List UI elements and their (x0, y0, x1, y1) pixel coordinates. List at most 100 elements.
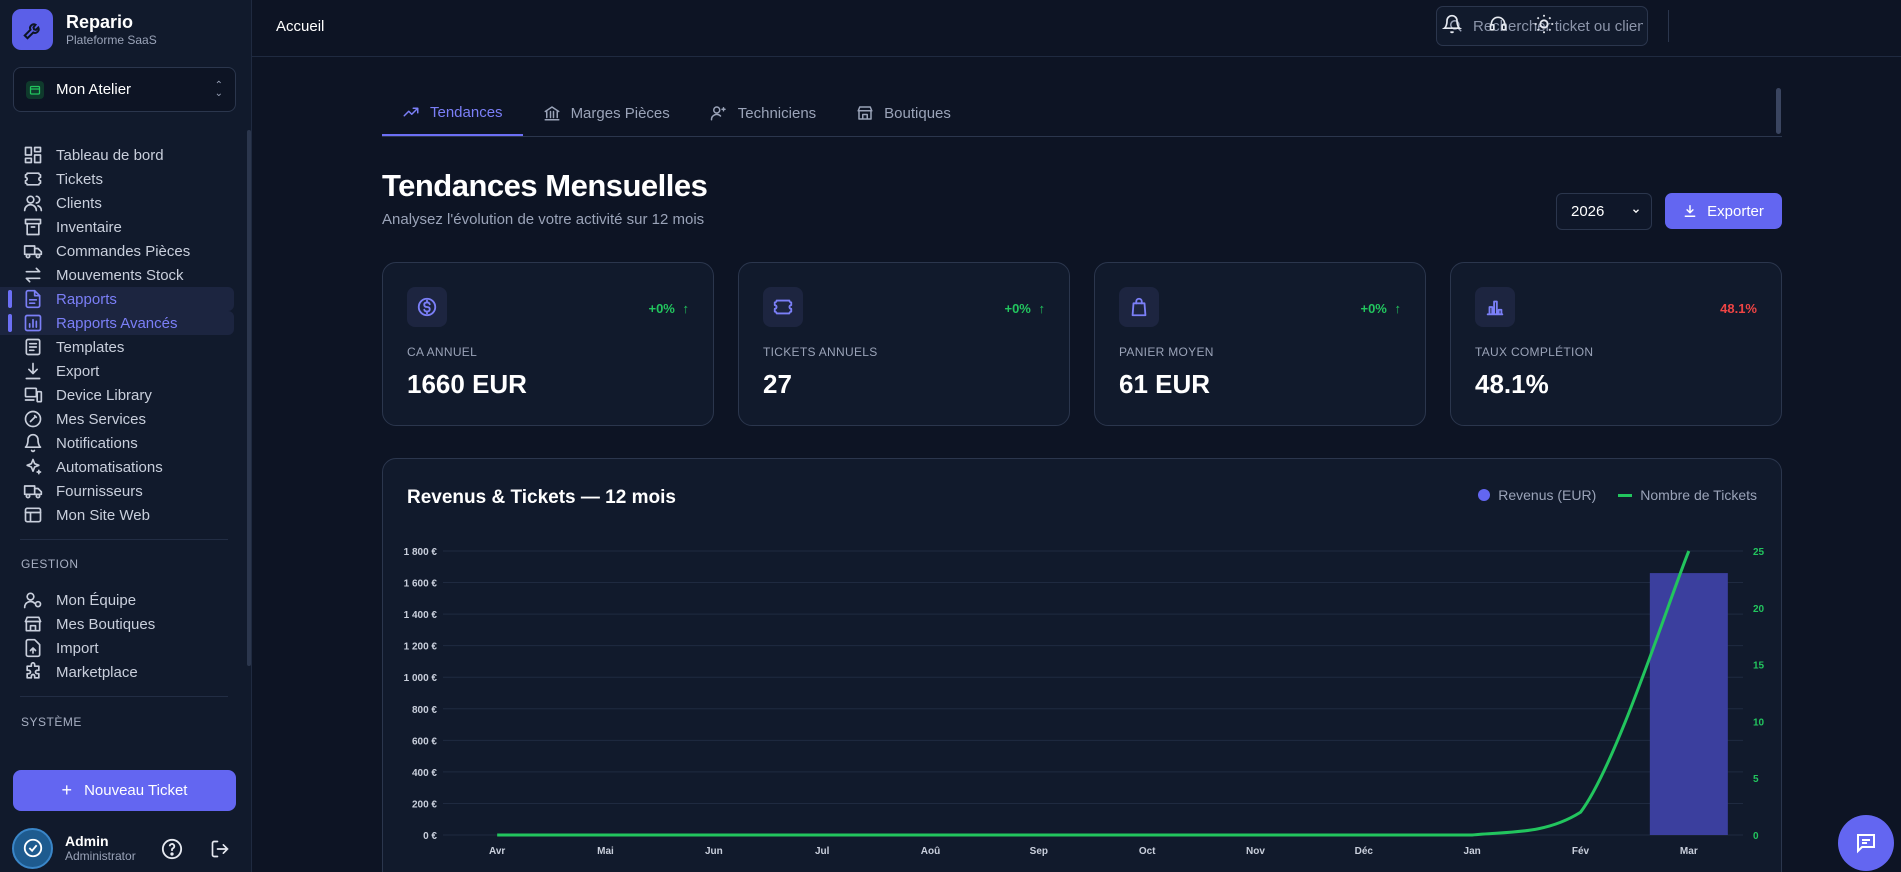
top-bar: Accueil (252, 0, 1901, 57)
sidebar-item-label: Mes Services (56, 410, 147, 428)
kpi-trend: 48.1% (1720, 301, 1757, 316)
export-button[interactable]: Exporter (1665, 193, 1782, 229)
kpi-trend: +0% ↑ (1004, 301, 1045, 316)
tab-tendances[interactable]: Tendances (382, 90, 523, 136)
new-ticket-label: Nouveau Ticket (84, 782, 188, 799)
chevron-updown-icon: ⌃ ⌄ (214, 79, 223, 99)
y-right-tick-label: 0 (1753, 831, 1759, 842)
avatar (12, 827, 53, 869)
truck-icon (22, 241, 44, 261)
tab-label: Marges Pièces (570, 104, 670, 122)
x-tick-label: Sep (1030, 846, 1048, 857)
y-left-tick-label: 800 € (412, 705, 437, 716)
tabs-scrollbar[interactable] (1776, 88, 1781, 134)
workspace-selector[interactable]: Mon Atelier ⌃ ⌄ (13, 67, 236, 112)
brand[interactable]: Repario Plateforme SaaS (12, 9, 157, 50)
x-tick-label: Oct (1139, 846, 1156, 857)
kpi-card-taux-completion: 48.1% TAUX COMPLÉTION 48.1% (1450, 262, 1782, 426)
sidebar-item-inventaire[interactable]: Inventaire (0, 215, 248, 239)
tab-techniciens[interactable]: Techniciens (690, 90, 836, 136)
sidebar-item-mon-equipe[interactable]: Mon Équipe (0, 588, 248, 612)
sidebar-item-fournisseurs[interactable]: Fournisseurs (0, 479, 248, 503)
legend-revenue[interactable]: Revenus (EUR) (1498, 487, 1596, 503)
sidebar-item-label: Mouvements Stock (56, 266, 184, 284)
new-ticket-button[interactable]: + Nouveau Ticket (13, 770, 236, 811)
sidebar-item-mes-boutiques[interactable]: Mes Boutiques (0, 612, 248, 636)
sidebar-item-mes-services[interactable]: Mes Services (0, 407, 248, 431)
help-icon[interactable] (161, 838, 183, 860)
store-icon (22, 614, 44, 634)
sidebar-item-device-library[interactable]: Device Library (0, 383, 248, 407)
sidebar-item-tableau-de-bord[interactable]: Tableau de bord (0, 143, 248, 167)
sidebar-item-label: Mon Site Web (56, 506, 150, 524)
x-tick-label: Déc (1355, 846, 1374, 857)
sidebar-item-label: Rapports Avancés (56, 314, 178, 332)
chat-button[interactable] (1838, 815, 1894, 871)
sidebar-scrollbar[interactable] (247, 130, 251, 666)
sidebar-item-export[interactable]: Export (0, 359, 248, 383)
bar-mar (1649, 573, 1728, 835)
kpi-card-ca-annuel: +0% ↑ CA ANNUEL 1660 EUR (382, 262, 714, 426)
sidebar-item-mon-site-web[interactable]: Mon Site Web (0, 503, 248, 527)
tab-label: Techniciens (737, 104, 817, 122)
kpi-value: 48.1% (1475, 369, 1549, 399)
sidebar-item-automatisations[interactable]: Automatisations (0, 455, 248, 479)
kpi-value: 61 EUR (1119, 369, 1211, 399)
sidebar: Repario Plateforme SaaS Mon Atelier ⌃ ⌄ T… (0, 0, 252, 872)
sidebar-item-label: Automatisations (56, 458, 163, 476)
sidebar-item-label: Clients (56, 194, 102, 212)
sidebar-item-rapports[interactable]: Rapports (0, 287, 234, 311)
download-icon (22, 361, 44, 381)
user-cog-icon (22, 590, 44, 610)
archive-icon (22, 217, 44, 237)
sidebar-nav: Tableau de bord Tickets Clients Inventaire C… (0, 143, 248, 729)
download-icon (1683, 204, 1697, 218)
file-icon (22, 289, 44, 309)
year-select[interactable]: 2026 (1556, 193, 1652, 230)
sun-icon[interactable] (1532, 12, 1556, 36)
dashboard-icon (22, 145, 44, 165)
arrows-icon (22, 265, 44, 285)
y-left-tick-label: 600 € (412, 736, 437, 747)
sidebar-item-import[interactable]: Import (0, 636, 248, 660)
sidebar-item-label: Commandes Pièces (56, 242, 191, 260)
sidebar-item-label: Mon Équipe (56, 591, 137, 609)
x-tick-label: Aoû (921, 846, 940, 857)
sidebar-item-notifications[interactable]: Notifications (0, 431, 248, 455)
sidebar-item-mouvements-stock[interactable]: Mouvements Stock (0, 263, 248, 287)
x-tick-label: Nov (1246, 846, 1265, 857)
sidebar-item-label: Templates (56, 338, 125, 356)
kpi-card-tickets-annuels: +0% ↑ TICKETS ANNUELS 27 (738, 262, 1070, 426)
chat-icon (1857, 834, 1875, 854)
header-divider (1668, 10, 1669, 42)
bell-icon[interactable] (1440, 12, 1464, 36)
user-profile[interactable]: Admin Administrator (12, 827, 242, 869)
kpi-label: CA ANNUEL (407, 345, 478, 359)
sidebar-item-label: Tableau de bord (56, 146, 164, 164)
y-left-tick-label: 1 000 € (404, 673, 438, 684)
truck-icon (22, 481, 44, 501)
sidebar-item-marketplace[interactable]: Marketplace (0, 660, 248, 684)
legend-tickets[interactable]: Nombre de Tickets (1640, 487, 1757, 503)
sidebar-item-label: Device Library (56, 386, 152, 404)
sidebar-item-clients[interactable]: Clients (0, 191, 248, 215)
ticket-icon (22, 169, 44, 189)
tab-marges-pieces[interactable]: Marges Pièces (523, 90, 690, 136)
trend-icon (402, 103, 420, 121)
sidebar-item-templates[interactable]: Templates (0, 335, 248, 359)
tab-boutiques[interactable]: Boutiques (836, 90, 971, 136)
breadcrumb[interactable]: Accueil (276, 18, 324, 35)
page-title: Tendances Mensuelles (382, 168, 708, 203)
sidebar-item-label: Tickets (56, 170, 103, 188)
sidebar-item-tickets[interactable]: Tickets (0, 167, 248, 191)
sidebar-item-rapports-avances[interactable]: Rapports Avancés (0, 311, 234, 335)
support-icon[interactable] (1486, 12, 1510, 36)
sidebar-item-commandes-pieces[interactable]: Commandes Pièces (0, 239, 248, 263)
store-icon (856, 104, 874, 122)
sidebar-item-label: Export (56, 362, 100, 380)
sidebar-item-label: Inventaire (56, 218, 122, 236)
y-right-tick-label: 5 (1753, 774, 1759, 785)
logout-icon[interactable] (209, 838, 231, 860)
tickets-line (497, 550, 1691, 837)
brand-subtitle: Plateforme SaaS (66, 32, 157, 47)
